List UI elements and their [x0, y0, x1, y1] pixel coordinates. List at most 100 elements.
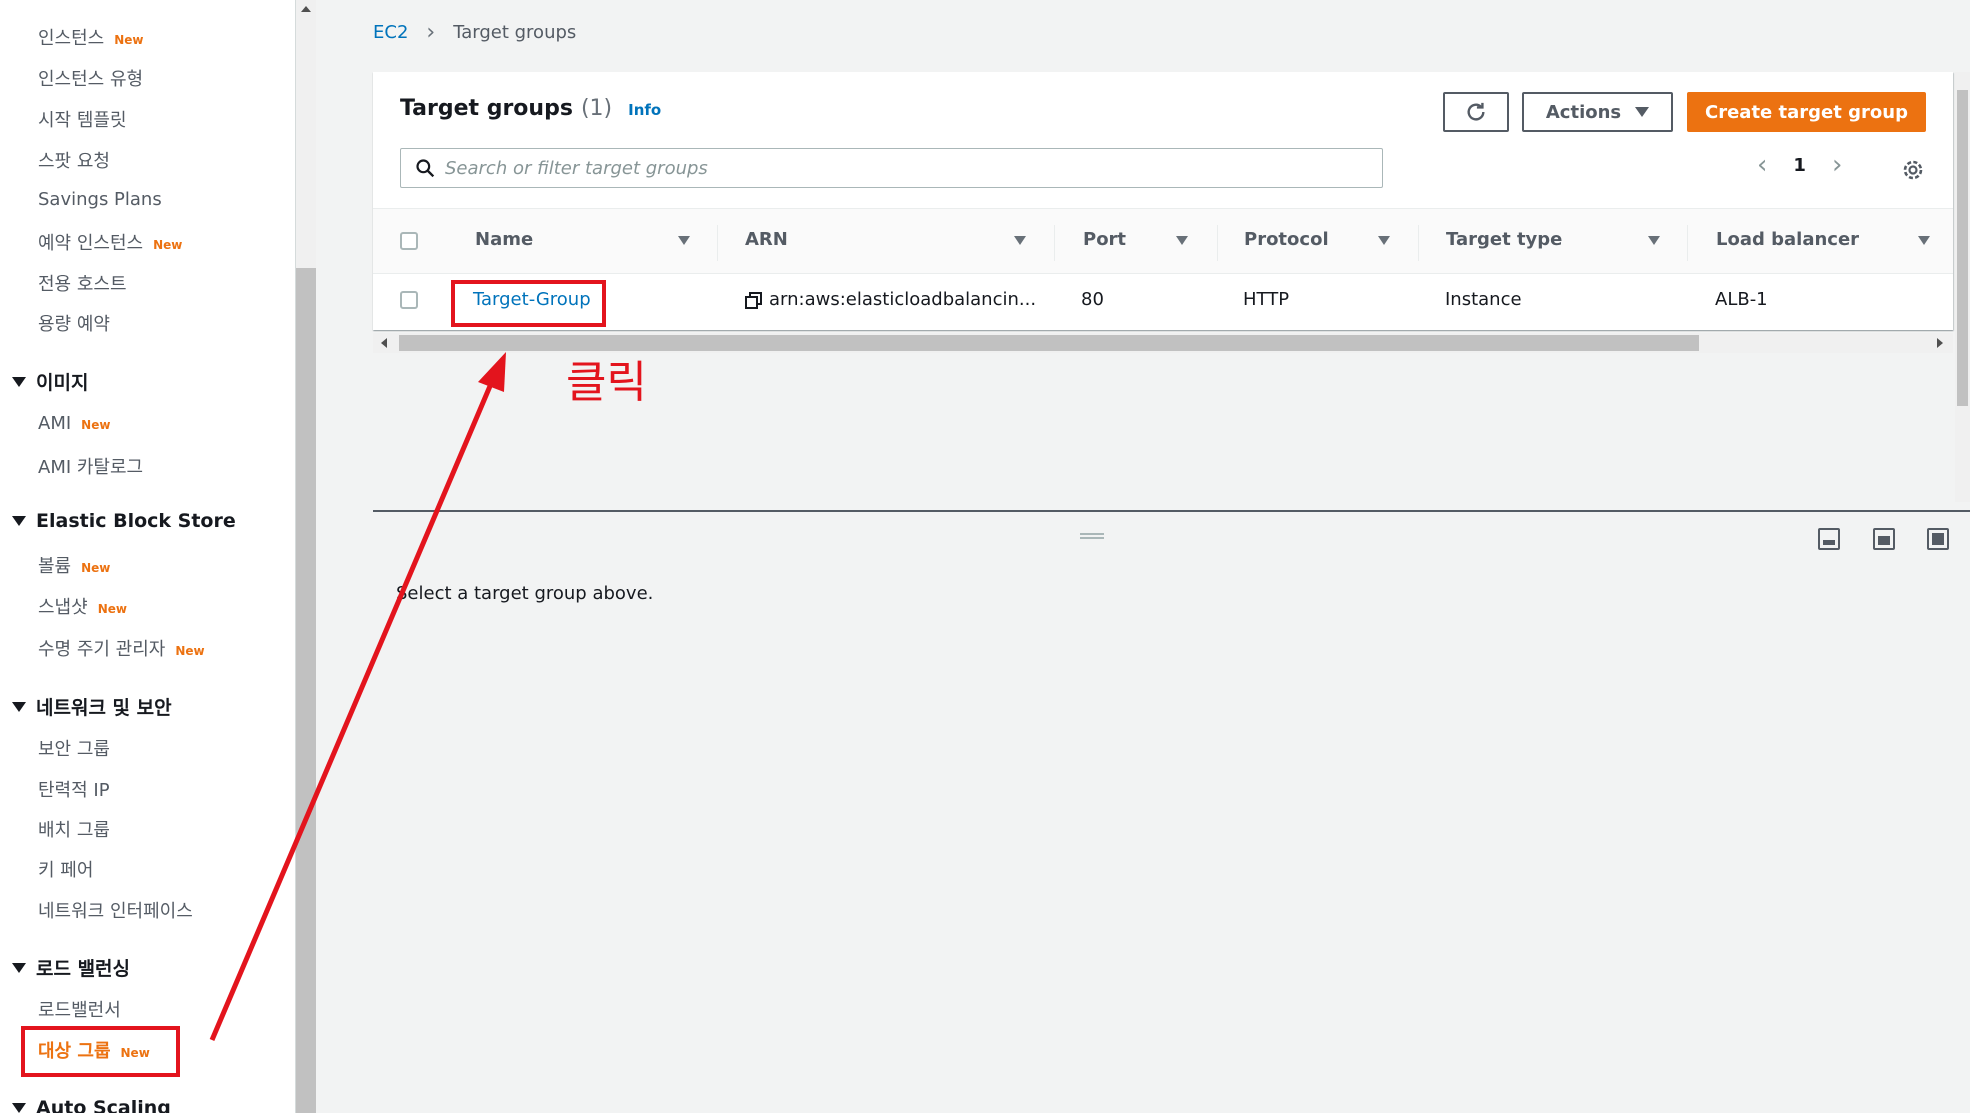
new-badge: New: [114, 33, 144, 47]
split-side-icon[interactable]: [1873, 528, 1895, 550]
gear-icon: [1903, 160, 1923, 180]
refresh-icon: [1467, 102, 1485, 121]
port-cell: 80: [1081, 289, 1104, 310]
column-header-target-type[interactable]: Target type: [1446, 229, 1562, 250]
column-divider[interactable]: [1054, 225, 1055, 261]
sidebar-item-instance-types[interactable]: 인스턴스 유형: [38, 65, 143, 91]
new-badge: New: [175, 644, 205, 658]
arn-cell: arn:aws:elasticloadbalancin...: [769, 289, 1037, 310]
info-link[interactable]: Info: [628, 101, 661, 119]
target-groups-panel: Target groups (1) Info Actions Create ta…: [373, 72, 1953, 330]
table-header: Name ARN Port Protocol Target type Load …: [373, 208, 1953, 274]
split-panel-empty-message: Select a target group above.: [396, 583, 654, 604]
sidebar-scrollbar[interactable]: [296, 0, 316, 1113]
split-full-icon[interactable]: [1927, 528, 1949, 550]
table-row[interactable]: Target-Group arn:aws:elasticloadbalancin…: [373, 274, 1953, 328]
new-badge: New: [97, 602, 127, 616]
sidebar-item-instances[interactable]: 인스턴스 New: [38, 24, 144, 50]
sort-icon[interactable]: [1176, 236, 1188, 245]
sidebar-section-network[interactable]: 네트워크 및 보안: [12, 693, 172, 720]
search-input[interactable]: [445, 157, 1345, 179]
new-badge: New: [153, 238, 183, 252]
sidebar-item-capacity-reservations[interactable]: 용량 예약: [38, 310, 110, 336]
copy-icon[interactable]: [745, 292, 762, 309]
sidebar-item-ami[interactable]: AMI New: [38, 413, 110, 434]
caret-down-icon: [12, 701, 26, 712]
sidebar-section-ebs[interactable]: Elastic Block Store: [12, 510, 236, 532]
select-all-checkbox[interactable]: [400, 232, 418, 250]
column-header-name[interactable]: Name: [475, 229, 533, 250]
column-header-protocol[interactable]: Protocol: [1244, 229, 1329, 250]
preferences-button[interactable]: [1901, 158, 1925, 186]
sidebar-item-launch-templates[interactable]: 시작 템플릿: [38, 106, 127, 132]
search-bar[interactable]: [400, 148, 1383, 188]
pagination: ‹ 1 ›: [1757, 150, 1842, 180]
sidebar-item-placement-groups[interactable]: 배치 그룹: [38, 816, 110, 842]
sidebar-item-network-interfaces[interactable]: 네트워크 인터페이스: [38, 897, 193, 923]
load-balancer-cell: ALB-1: [1715, 289, 1768, 310]
sidebar-item-savings-plans[interactable]: Savings Plans: [38, 189, 162, 210]
column-header-port[interactable]: Port: [1083, 229, 1126, 250]
sidebar-item-spot-requests[interactable]: 스팟 요청: [38, 147, 110, 173]
column-header-load-balancer[interactable]: Load balancer: [1716, 229, 1859, 250]
target-type-cell: Instance: [1445, 289, 1522, 310]
caret-down-icon: [12, 1103, 26, 1113]
protocol-cell: HTTP: [1243, 289, 1290, 310]
split-bottom-icon[interactable]: [1818, 528, 1840, 550]
scroll-right-icon[interactable]: [1937, 338, 1943, 348]
caret-down-icon: [12, 516, 26, 526]
sidebar-nav: 인스턴스 New 인스턴스 유형 시작 템플릿 스팟 요청 Savings Pla…: [0, 0, 296, 1113]
sidebar-item-security-groups[interactable]: 보안 그룹: [38, 735, 110, 761]
panel-title: Target groups (1) Info: [400, 96, 662, 121]
column-divider[interactable]: [1217, 225, 1218, 261]
sidebar-item-ami-catalog[interactable]: AMI 카탈로그: [38, 453, 143, 479]
item-count: (1): [580, 96, 613, 121]
chevron-right-icon: ›: [426, 20, 436, 45]
sidebar-section-load-balancing[interactable]: 로드 밸런싱: [12, 954, 130, 981]
previous-page-icon[interactable]: ‹: [1757, 150, 1767, 180]
sidebar-item-load-balancers[interactable]: 로드밸런서: [38, 996, 121, 1022]
sort-icon[interactable]: [1378, 236, 1390, 245]
new-badge: New: [81, 418, 111, 432]
highlight-box-target-groups: [21, 1026, 180, 1077]
actions-button[interactable]: Actions: [1522, 92, 1673, 132]
sidebar-item-snapshots[interactable]: 스냅샷 New: [38, 593, 127, 619]
column-header-arn[interactable]: ARN: [745, 229, 788, 250]
breadcrumb-ec2-link[interactable]: EC2: [373, 22, 408, 43]
row-checkbox[interactable]: [400, 291, 418, 309]
annotation-click-text: 클릭: [566, 357, 647, 408]
caret-down-icon: [1635, 107, 1650, 117]
sort-icon[interactable]: [678, 236, 690, 245]
caret-down-icon: [12, 376, 26, 387]
sort-icon[interactable]: [1648, 236, 1660, 245]
scrollbar-thumb[interactable]: [296, 268, 316, 1113]
new-badge: New: [81, 561, 111, 575]
sidebar-item-dedicated-hosts[interactable]: 전용 호스트: [38, 270, 127, 296]
current-page[interactable]: 1: [1793, 155, 1806, 176]
sidebar-item-volumes[interactable]: 볼륨 New: [38, 552, 110, 578]
main-vertical-scrollbar[interactable]: [1955, 72, 1970, 502]
next-page-icon[interactable]: ›: [1832, 150, 1842, 180]
sidebar-section-images[interactable]: 이미지: [12, 368, 88, 395]
scrollbar-thumb[interactable]: [1957, 90, 1968, 406]
breadcrumb: EC2 › Target groups: [373, 20, 576, 45]
search-icon: [416, 159, 435, 178]
create-target-group-button[interactable]: Create target group: [1687, 92, 1926, 132]
sidebar-item-reserved-instances[interactable]: 예약 인스턴스 New: [38, 229, 182, 255]
breadcrumb-current: Target groups: [453, 22, 577, 43]
scroll-left-icon[interactable]: [381, 338, 387, 348]
highlight-box-target-group-link: [451, 280, 606, 327]
sidebar-item-lifecycle-manager[interactable]: 수명 주기 관리자 New: [38, 635, 205, 661]
sidebar-section-auto-scaling[interactable]: Auto Scaling: [12, 1097, 171, 1113]
refresh-button[interactable]: [1443, 92, 1509, 132]
column-divider[interactable]: [717, 225, 718, 261]
sidebar-item-elastic-ips[interactable]: 탄력적 IP: [38, 776, 110, 802]
sort-icon[interactable]: [1918, 236, 1930, 245]
sidebar-item-key-pairs[interactable]: 키 페어: [38, 856, 93, 882]
resize-handle[interactable]: [1080, 533, 1104, 539]
sort-icon[interactable]: [1014, 236, 1026, 245]
column-divider[interactable]: [1687, 225, 1688, 261]
column-divider[interactable]: [1418, 225, 1419, 261]
caret-down-icon: [12, 962, 26, 973]
scroll-up-icon[interactable]: [301, 6, 311, 12]
